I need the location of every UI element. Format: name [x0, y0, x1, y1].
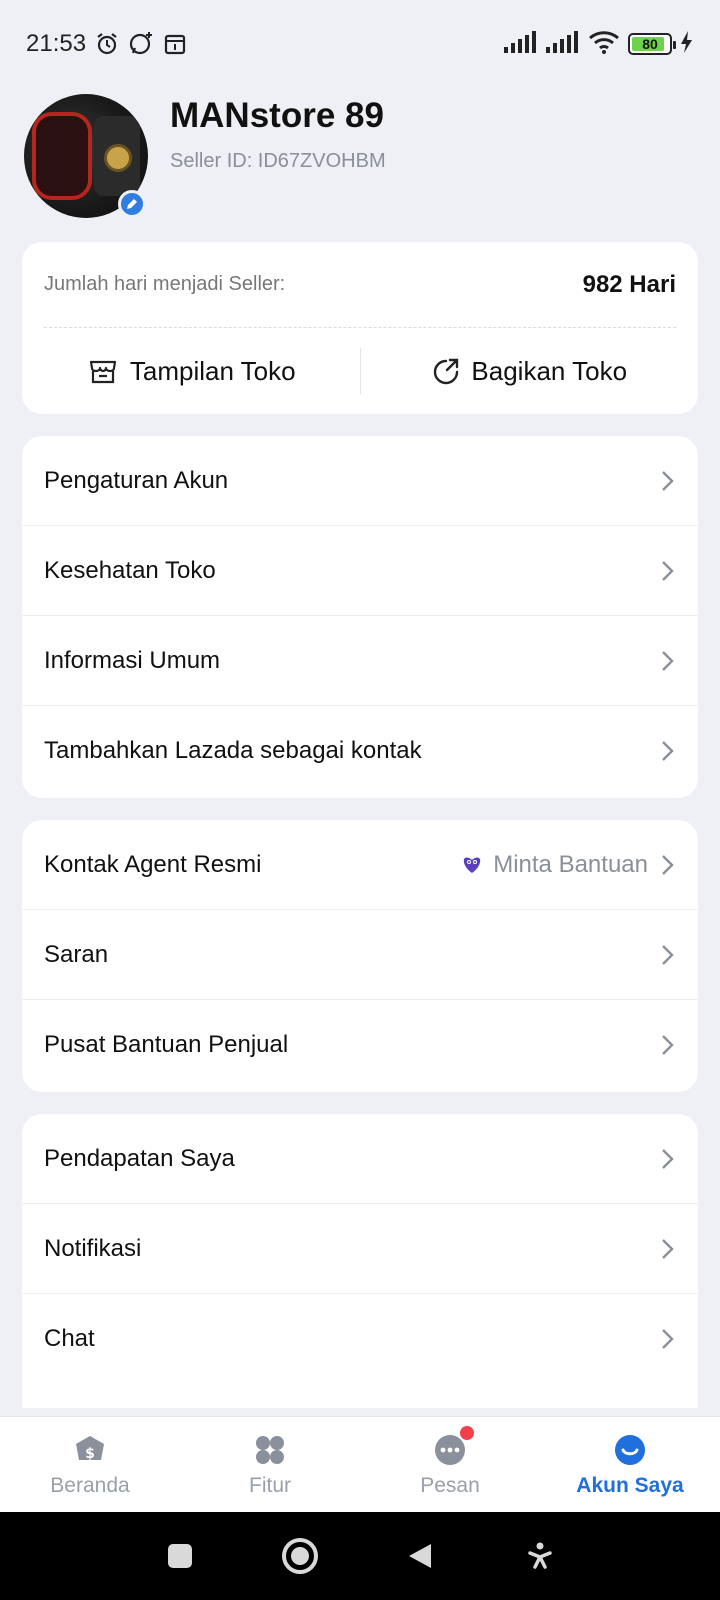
accessibility-icon: [528, 1542, 552, 1569]
message-icon: [432, 1425, 474, 1468]
chevron-right-icon: [658, 648, 676, 674]
recent-apps-button[interactable]: [160, 1536, 200, 1576]
seller-days-row: Jumlah hari menjadi Seller: 982 Hari: [44, 242, 676, 328]
pencil-icon: [127, 199, 137, 209]
chevron-right-icon: [658, 468, 676, 494]
menu-item-label: Kesehatan Toko: [44, 556, 216, 584]
seller-id: Seller ID: ID67ZVOHBM: [170, 150, 386, 172]
accessibility-button[interactable]: [520, 1536, 560, 1576]
store-view-button[interactable]: Tampilan Toko: [22, 348, 360, 394]
agent-mascot-icon: [464, 856, 481, 873]
bottom-nav: $ Beranda Fitur Pesan Akun Saya: [0, 1416, 720, 1512]
status-right: 80: [504, 30, 694, 59]
menu-item-help-center[interactable]: Pusat Bantuan Penjual: [22, 1000, 698, 1090]
nav-messages[interactable]: Pesan: [360, 1417, 540, 1512]
request-help-label: Minta Bantuan: [493, 850, 648, 878]
seller-days-value: 982 Hari: [582, 270, 676, 298]
chevron-right-icon: [658, 852, 676, 878]
status-bar: 21:53 80: [0, 0, 720, 88]
status-left: 21:53: [26, 30, 188, 58]
back-button[interactable]: [400, 1536, 440, 1576]
seller-stats-card: Jumlah hari menjadi Seller: 982 Hari Tam…: [22, 242, 698, 414]
calendar-icon: [162, 31, 188, 57]
profile-header: MANstore 89 Seller ID: ID67ZVOHBM: [24, 94, 696, 222]
menu-item-notifications[interactable]: Notifikasi: [22, 1204, 698, 1294]
nav-features[interactable]: Fitur: [180, 1417, 360, 1512]
menu-item-label: Kontak Agent Resmi: [44, 850, 262, 878]
share-icon: [434, 358, 459, 385]
features-grid-icon: [252, 1432, 288, 1468]
menu-group-activity: Pendapatan Saya Notifikasi Chat: [22, 1114, 698, 1408]
menu-item-right: Minta Bantuan: [461, 851, 676, 879]
status-time: 21:53: [26, 30, 87, 57]
menu-item-my-income[interactable]: Pendapatan Saya: [22, 1114, 698, 1204]
chevron-right-icon: [658, 1236, 676, 1262]
menu-item-label: Saran: [44, 940, 109, 968]
store-actions: Tampilan Toko Bagikan Toko: [22, 328, 698, 414]
menu-item-store-health[interactable]: Kesehatan Toko: [22, 526, 698, 616]
message-badge: [460, 1425, 474, 1440]
account-icon: [612, 1432, 648, 1468]
menu-item-label: Chat: [44, 1325, 95, 1352]
svg-text:$: $: [85, 1446, 95, 1462]
profile-info: MANstore 89 Seller ID: ID67ZVOHBM: [170, 94, 386, 173]
back-triangle-icon: [409, 1544, 431, 1568]
menu-item-label: Pengaturan Akun: [44, 466, 229, 494]
battery-icon: 80: [628, 33, 676, 55]
avatar-wrapper[interactable]: [24, 94, 148, 218]
menu-item-label: Pendapatan Saya: [44, 1144, 235, 1172]
nav-features-label: Fitur: [249, 1473, 291, 1497]
chevron-right-icon: [658, 942, 676, 968]
circle-home-icon: [282, 1538, 318, 1574]
store-name: MANstore 89: [170, 96, 384, 135]
signal-icon-2: [546, 30, 580, 58]
chevron-right-icon: [658, 1326, 676, 1352]
charging-icon: [680, 30, 694, 58]
home-shield-icon: $: [72, 1432, 108, 1468]
share-store-button[interactable]: Bagikan Toko: [361, 348, 699, 394]
menu-item-add-contact[interactable]: Tambahkan Lazada sebagai kontak: [22, 706, 698, 796]
menu-item-label: Pusat Bantuan Penjual: [44, 1031, 289, 1058]
wifi-icon: [588, 30, 620, 59]
seller-days-label: Jumlah hari menjadi Seller:: [44, 273, 286, 295]
menu-item-account-settings[interactable]: Pengaturan Akun: [22, 436, 698, 526]
chevron-right-icon: [658, 1146, 676, 1172]
nav-my-account[interactable]: Akun Saya: [540, 1417, 720, 1512]
menu-item-label: Notifikasi: [44, 1234, 142, 1262]
menu-item-official-agent[interactable]: Kontak Agent Resmi Minta Bantuan: [22, 820, 698, 910]
signal-icon: [504, 30, 538, 58]
store-view-label: Tampilan Toko: [129, 355, 296, 386]
share-store-label: Bagikan Toko: [471, 355, 628, 386]
battery-level: 80: [642, 36, 658, 52]
menu-group-support: Kontak Agent Resmi Minta Bantuan Saran P…: [22, 820, 698, 1092]
store-icon: [89, 360, 116, 384]
system-nav-bar: [0, 1512, 720, 1600]
menu-item-label: Tambahkan Lazada sebagai kontak: [44, 737, 422, 764]
square-icon: [168, 1544, 192, 1568]
whatsapp-icon: [128, 31, 154, 57]
nav-messages-label: Pesan: [420, 1473, 480, 1497]
menu-group-account: Pengaturan Akun Kesehatan Toko Informasi…: [22, 436, 698, 798]
home-button[interactable]: [280, 1536, 320, 1576]
nav-home-label: Beranda: [50, 1473, 130, 1497]
menu-item-chat[interactable]: Chat: [22, 1294, 698, 1384]
chevron-right-icon: [658, 738, 676, 764]
chevron-right-icon: [658, 1032, 676, 1058]
edit-avatar-button[interactable]: [118, 190, 146, 218]
alarm-icon: [94, 31, 120, 57]
chevron-right-icon: [658, 558, 676, 584]
nav-my-account-label: Akun Saya: [576, 1473, 684, 1497]
menu-item-general-info[interactable]: Informasi Umum: [22, 616, 698, 706]
nav-home[interactable]: $ Beranda: [0, 1417, 180, 1512]
menu-item-label: Informasi Umum: [44, 646, 221, 674]
menu-item-suggestions[interactable]: Saran: [22, 910, 698, 1000]
